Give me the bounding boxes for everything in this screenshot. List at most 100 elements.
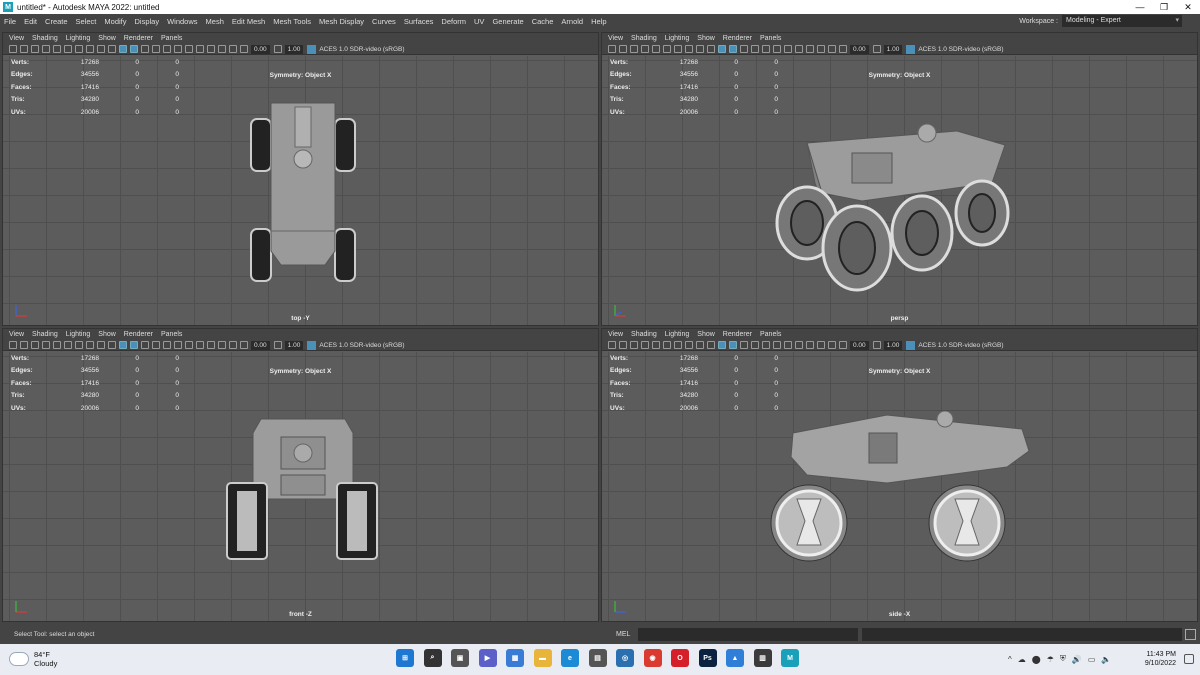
widgets-icon[interactable]: ▦ <box>506 649 524 667</box>
tray-app-icon[interactable]: ⬤ <box>1032 655 1041 664</box>
exposure-field[interactable]: 0.00 <box>850 340 869 350</box>
task-view-icon[interactable]: ▣ <box>451 649 469 667</box>
safe-action-icon[interactable] <box>108 341 116 349</box>
menu-create[interactable]: Create <box>45 17 68 26</box>
photos-icon[interactable]: ▲ <box>726 649 744 667</box>
textured-icon[interactable] <box>740 45 748 53</box>
select-camera-icon[interactable] <box>9 45 17 53</box>
xray-joints-icon[interactable] <box>817 45 825 53</box>
menu-generate[interactable]: Generate <box>492 17 523 26</box>
taskbar-clock[interactable]: 11:43 PM 9/10/2022 <box>1145 650 1176 668</box>
search-icon[interactable]: ⌕ <box>423 649 442 667</box>
grid-icon[interactable] <box>53 341 61 349</box>
menu-deform[interactable]: Deform <box>441 17 466 26</box>
menu-mesh[interactable]: Mesh <box>206 17 224 26</box>
ambient-occlusion-icon[interactable] <box>174 341 182 349</box>
menu-curves[interactable]: Curves <box>372 17 396 26</box>
xray-icon[interactable] <box>806 45 814 53</box>
script-editor-icon[interactable] <box>1185 629 1196 640</box>
xray-components-icon[interactable] <box>828 341 836 349</box>
resolution-gate-icon[interactable] <box>674 341 682 349</box>
antialias-icon[interactable] <box>784 45 792 53</box>
file-explorer-icon[interactable]: ▬ <box>533 649 552 667</box>
menu-windows[interactable]: Windows <box>167 17 197 26</box>
gamma-field[interactable]: 1.00 <box>883 340 903 350</box>
bookmark-icon[interactable] <box>630 45 638 53</box>
dropbox-icon[interactable]: ☂ <box>1047 655 1054 664</box>
textured-icon[interactable] <box>141 45 149 53</box>
image-plane-icon[interactable] <box>42 45 50 53</box>
antialias-icon[interactable] <box>185 45 193 53</box>
ambient-occlusion-icon[interactable] <box>773 341 781 349</box>
edge-icon[interactable]: e <box>561 649 579 667</box>
maximize-button[interactable]: ❐ <box>1152 0 1176 14</box>
panel-menu-shading[interactable]: Shading <box>32 35 58 42</box>
image-plane-icon[interactable] <box>641 45 649 53</box>
xray-icon[interactable] <box>207 45 215 53</box>
panel-menu-show[interactable]: Show <box>98 35 116 42</box>
select-camera-icon[interactable] <box>608 341 616 349</box>
field-chart-icon[interactable] <box>696 341 704 349</box>
lights-icon[interactable] <box>152 45 160 53</box>
textured-icon[interactable] <box>740 341 748 349</box>
bookmark-icon[interactable] <box>31 341 39 349</box>
smooth-shade-icon[interactable] <box>729 341 737 349</box>
menu-file[interactable]: File <box>4 17 16 26</box>
smooth-shade-icon[interactable] <box>729 45 737 53</box>
menu-help[interactable]: Help <box>591 17 606 26</box>
wireframe-icon[interactable] <box>718 341 726 349</box>
resolution-gate-icon[interactable] <box>75 45 83 53</box>
display-icon[interactable]: ▭ <box>1088 655 1096 664</box>
viewport-top[interactable]: View Shading Lighting Show Renderer Pane… <box>2 32 599 326</box>
panel-menu-view[interactable]: View <box>9 35 24 42</box>
gate-mask-icon[interactable] <box>685 341 693 349</box>
textured-icon[interactable] <box>141 341 149 349</box>
minimize-button[interactable]: — <box>1128 0 1152 14</box>
isolate-select-icon[interactable] <box>795 45 803 53</box>
panel-menu-lighting[interactable]: Lighting <box>66 35 91 42</box>
gate-mask-icon[interactable] <box>86 341 94 349</box>
menu-display[interactable]: Display <box>135 17 160 26</box>
close-button[interactable]: ✕ <box>1176 0 1200 14</box>
shadows-icon[interactable] <box>762 45 770 53</box>
rover-model-persp-view[interactable] <box>767 123 1012 298</box>
camera-attributes-icon[interactable] <box>619 45 627 53</box>
onedrive-icon[interactable]: ☁ <box>1018 655 1026 664</box>
panel-menu-lighting[interactable]: Lighting <box>665 35 690 42</box>
xray-joints-icon[interactable] <box>817 341 825 349</box>
film-gate-icon[interactable] <box>663 45 671 53</box>
panel-menu-shading[interactable]: Shading <box>631 331 657 338</box>
film-gate-icon[interactable] <box>663 341 671 349</box>
gamma-field[interactable]: 1.00 <box>284 44 304 54</box>
resolution-gate-icon[interactable] <box>674 45 682 53</box>
lights-icon[interactable] <box>751 341 759 349</box>
exposure-field[interactable]: 0.00 <box>251 340 270 350</box>
exposure-field[interactable]: 0.00 <box>251 44 270 54</box>
color-space-selector[interactable]: ACES 1.0 SDR-video (sRGB) <box>906 340 1004 350</box>
field-chart-icon[interactable] <box>696 45 704 53</box>
grid-icon[interactable] <box>652 45 660 53</box>
calculator-icon[interactable]: ▥ <box>753 649 772 667</box>
security-icon[interactable]: ⛨ <box>1060 654 1066 664</box>
camera-attributes-icon[interactable] <box>619 341 627 349</box>
speaker-icon[interactable]: 🔊 <box>1072 655 1082 664</box>
resolution-gate-icon[interactable] <box>75 341 83 349</box>
wireframe-icon[interactable] <box>718 45 726 53</box>
ambient-occlusion-icon[interactable] <box>174 45 182 53</box>
panel-menu-renderer[interactable]: Renderer <box>723 331 752 338</box>
xray-joints-icon[interactable] <box>218 341 226 349</box>
gamma-field[interactable]: 1.00 <box>883 44 903 54</box>
grid-icon[interactable] <box>652 341 660 349</box>
chrome-icon[interactable]: ◉ <box>643 649 662 667</box>
settings-app-icon[interactable]: ◎ <box>616 649 634 667</box>
xray-icon[interactable] <box>806 341 814 349</box>
bookmark-icon[interactable] <box>31 45 39 53</box>
menu-edit[interactable]: Edit <box>24 17 37 26</box>
field-chart-icon[interactable] <box>97 45 105 53</box>
xray-components-icon[interactable] <box>828 45 836 53</box>
menu-modify[interactable]: Modify <box>104 17 126 26</box>
panel-menu-show[interactable]: Show <box>697 331 715 338</box>
start-icon[interactable]: ⊞ <box>396 649 414 667</box>
bookmark-icon[interactable] <box>630 341 638 349</box>
panel-menu-shading[interactable]: Shading <box>32 331 58 338</box>
